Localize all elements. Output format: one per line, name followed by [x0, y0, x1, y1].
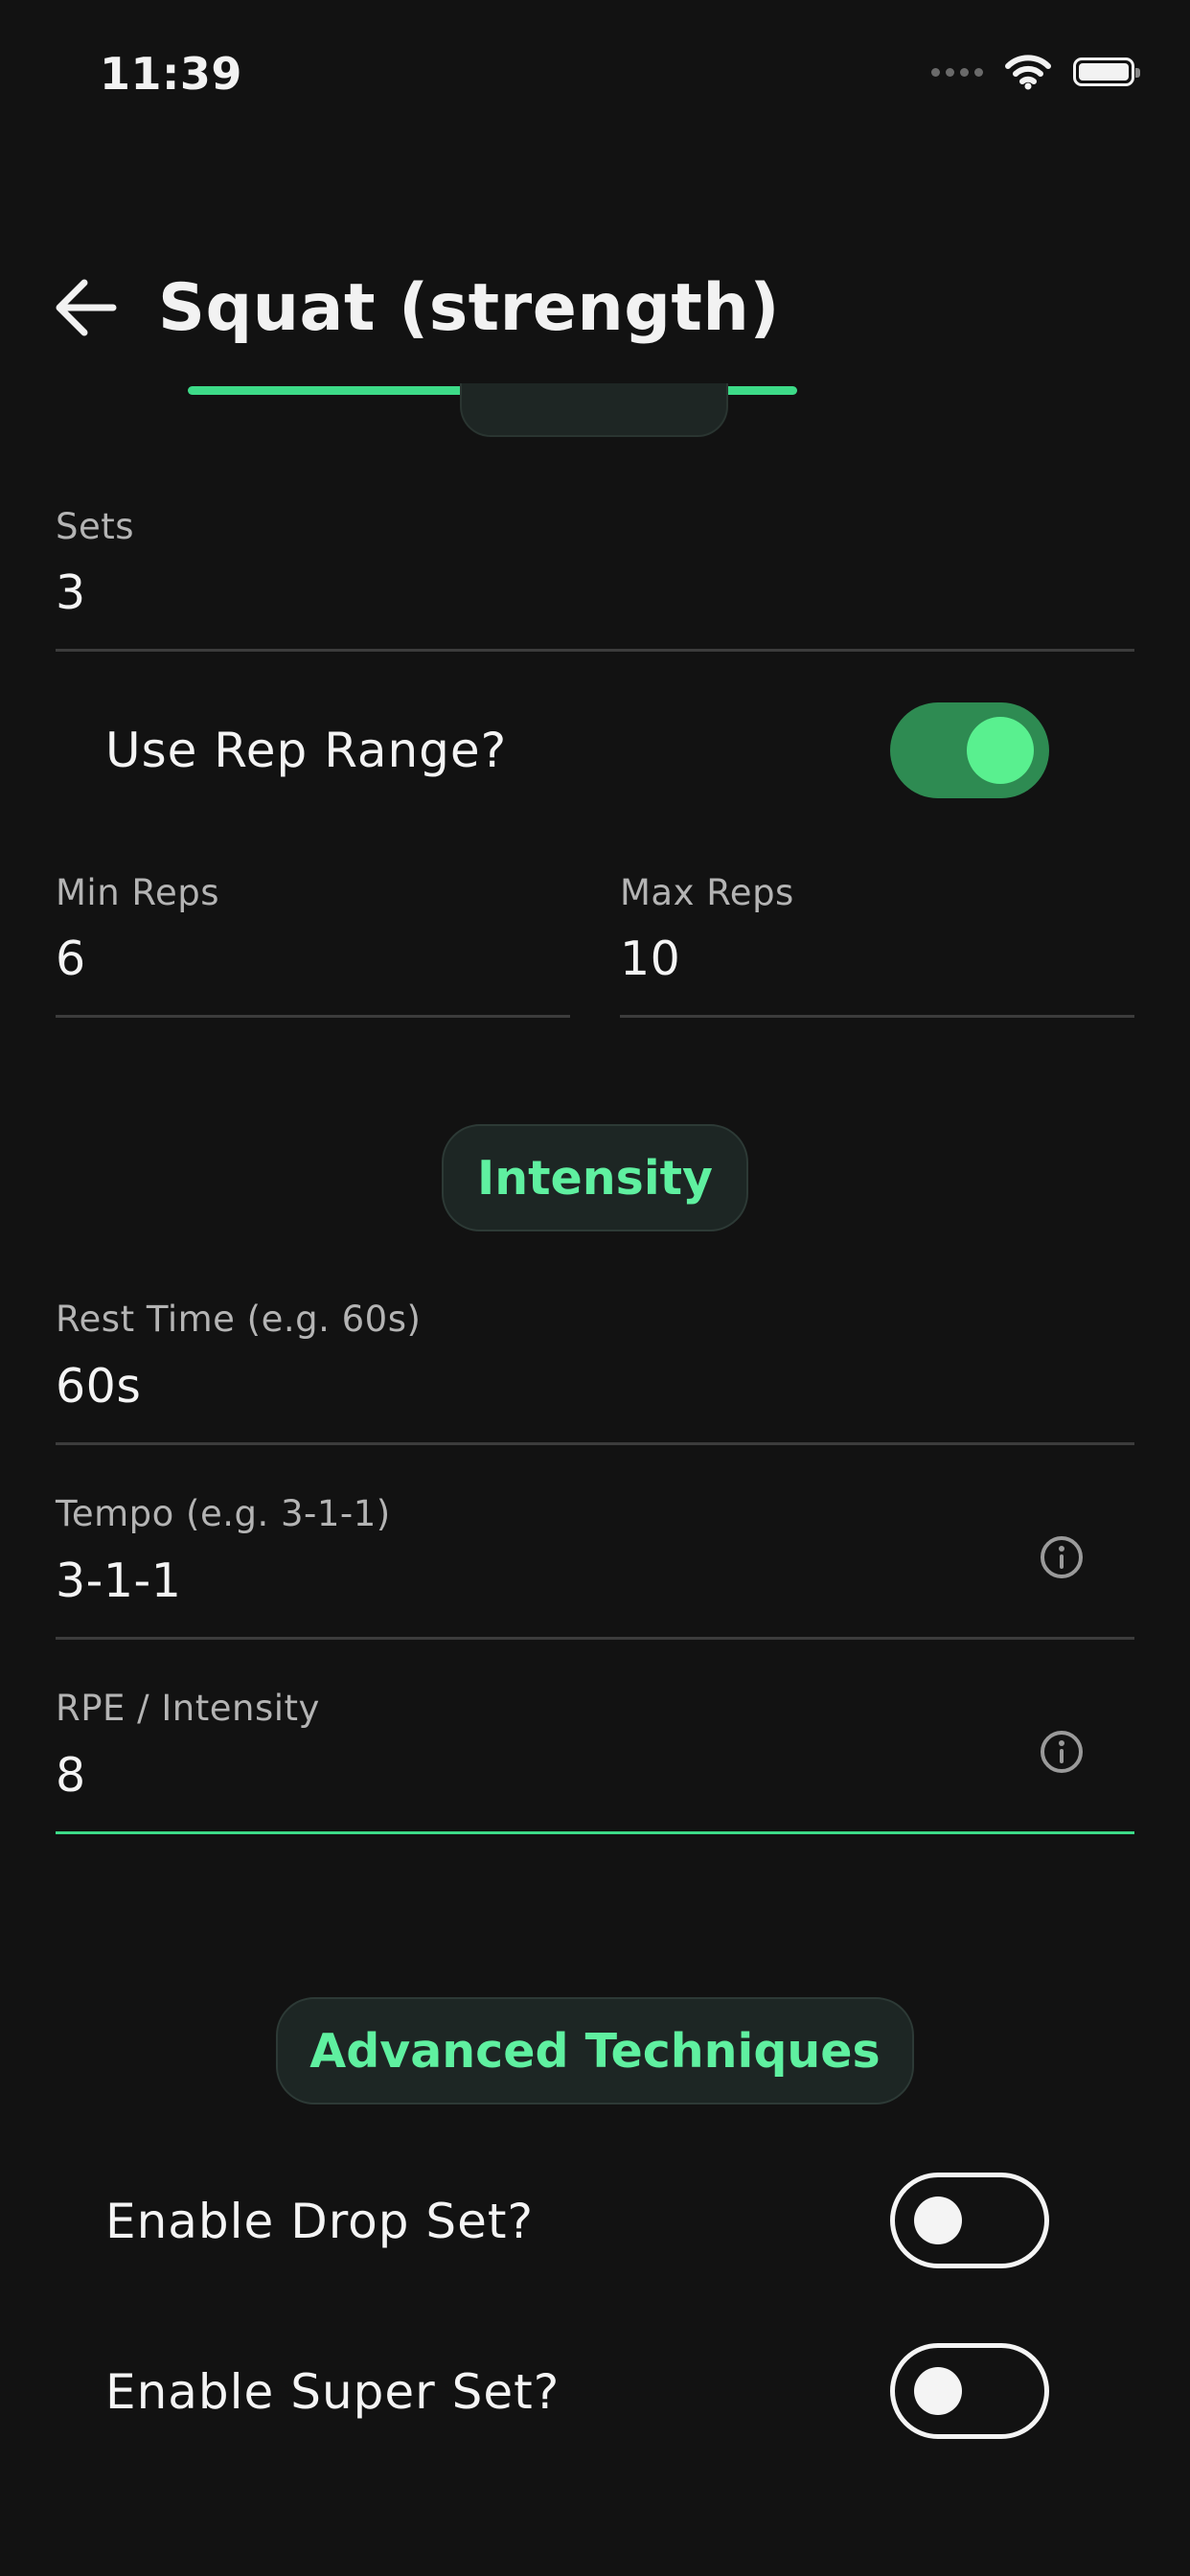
use-rep-range-label: Use Rep Range? [105, 723, 508, 778]
rest-time-underline [56, 1442, 1134, 1445]
sets-underline [56, 649, 1134, 652]
toggle-knob [914, 2367, 962, 2415]
advanced-techniques-section-pill: Advanced Techniques [276, 1997, 914, 2104]
back-arrow-icon[interactable] [52, 276, 119, 339]
drop-set-toggle[interactable] [890, 2173, 1049, 2268]
toggle-knob [914, 2196, 962, 2244]
rest-time-label: Rest Time (e.g. 60s) [56, 1299, 422, 1340]
drop-set-label: Enable Drop Set? [105, 2194, 535, 2249]
battery-icon [1073, 58, 1140, 86]
rpe-underline-active [56, 1831, 1134, 1834]
signal-icon [931, 67, 983, 77]
rpe-info-icon[interactable] [1039, 1729, 1085, 1775]
tempo-underline [56, 1637, 1134, 1640]
max-reps-label: Max Reps [620, 872, 794, 913]
status-time: 11:39 [100, 48, 242, 100]
sets-label: Sets [56, 506, 135, 547]
page-title: Squat (strength) [158, 270, 780, 346]
min-reps-underline [56, 1015, 570, 1018]
max-reps-underline [620, 1015, 1134, 1018]
tempo-input[interactable]: 3-1-1 [56, 1553, 181, 1608]
rpe-label: RPE / Intensity [56, 1688, 320, 1729]
tempo-info-icon[interactable] [1039, 1534, 1085, 1580]
rpe-input[interactable]: 8 [56, 1748, 86, 1803]
toggle-knob [967, 717, 1034, 784]
super-set-label: Enable Super Set? [105, 2364, 561, 2420]
max-reps-input[interactable]: 10 [620, 932, 680, 986]
min-reps-input[interactable]: 6 [56, 932, 86, 986]
wifi-icon [1005, 55, 1051, 90]
sets-input[interactable]: 3 [56, 565, 86, 620]
super-set-toggle[interactable] [890, 2343, 1049, 2439]
status-icons [931, 54, 1140, 90]
previous-section-pill [460, 383, 728, 437]
rest-time-input[interactable]: 60s [56, 1359, 141, 1414]
min-reps-label: Min Reps [56, 872, 219, 913]
tempo-label: Tempo (e.g. 3-1-1) [56, 1493, 391, 1534]
intensity-section-pill: Intensity [442, 1124, 748, 1231]
use-rep-range-toggle[interactable] [890, 702, 1049, 798]
